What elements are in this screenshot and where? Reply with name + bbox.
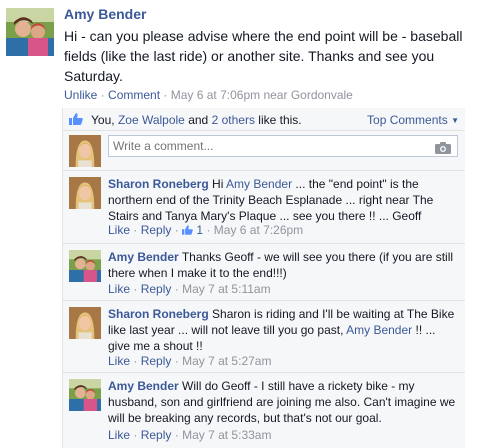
- comment-body: Sharon Roneberg Sharon is riding and I'l…: [108, 306, 460, 354]
- comment-like-link[interactable]: Like: [108, 428, 130, 442]
- likes-and: and: [188, 113, 209, 127]
- comment-reply-link[interactable]: Reply: [141, 223, 172, 237]
- comment-timestamp[interactable]: May 7 at 5:33am: [182, 428, 271, 442]
- post-author-avatar[interactable]: [6, 8, 54, 56]
- post-meta: Unlike · Comment · May 6 at 7:06pm near …: [64, 88, 353, 102]
- comment-like-link[interactable]: Like: [108, 223, 130, 237]
- comment-author-avatar[interactable]: [69, 177, 101, 209]
- comment-item: Amy Bender Thanks Geoff - we will see yo…: [63, 244, 465, 301]
- separator-dot: ·: [133, 282, 141, 296]
- post-text: Hi - can you please advise where the end…: [64, 28, 463, 84]
- comment-author[interactable]: Sharon Roneberg: [108, 307, 209, 321]
- like-thumb-icon: [182, 223, 196, 237]
- comment-item: Sharon Roneberg Sharon is riding and I'l…: [63, 301, 465, 373]
- comment-body: Amy Bender Thanks Geoff - we will see yo…: [108, 249, 460, 281]
- comment-item: Amy Bender Will do Geoff - I still have …: [63, 373, 465, 447]
- separator-dot: ·: [100, 88, 109, 102]
- post-timestamp[interactable]: May 6 at 7:06pm near Gordonvale: [171, 88, 353, 102]
- post-author-name[interactable]: Amy Bender: [64, 6, 146, 22]
- top-comments-dropdown[interactable]: Top Comments ▼: [367, 113, 459, 127]
- chevron-down-icon: ▼: [451, 116, 459, 125]
- comment-timestamp[interactable]: May 6 at 7:26pm: [214, 223, 303, 237]
- comment-reply-link[interactable]: Reply: [141, 282, 172, 296]
- comment-body: Amy Bender Will do Geoff - I still have …: [108, 378, 460, 426]
- likes-text: You, Zoe Walpole and 2 others like this.: [91, 113, 302, 127]
- likes-summary: You, Zoe Walpole and 2 others like this.…: [63, 108, 465, 131]
- likes-person-link[interactable]: Zoe Walpole: [118, 113, 185, 127]
- comment-author-avatar[interactable]: [69, 307, 101, 339]
- separator-dot: ·: [174, 282, 183, 296]
- comment-body: Sharon Roneberg Hi Amy Bender ... the "e…: [108, 176, 460, 224]
- comment-author[interactable]: Sharon Roneberg: [108, 177, 209, 191]
- comment-like-link[interactable]: Like: [108, 354, 130, 368]
- separator-dot: ·: [206, 223, 214, 237]
- comment-timestamp[interactable]: May 7 at 5:27am: [182, 354, 271, 368]
- comment-author-avatar[interactable]: [69, 250, 101, 282]
- camera-icon[interactable]: [435, 141, 451, 154]
- comment-link[interactable]: Comment: [108, 88, 160, 102]
- comment-like-count[interactable]: 1: [182, 223, 206, 237]
- feedback-panel: You, Zoe Walpole and 2 others like this.…: [62, 108, 465, 448]
- post: Amy Bender Hi - can you please advise wh…: [0, 0, 492, 108]
- separator-dot: ·: [133, 428, 141, 442]
- comment-author-avatar[interactable]: [69, 379, 101, 411]
- comment-author[interactable]: Amy Bender: [108, 250, 179, 264]
- like-thumb-icon: [69, 113, 83, 125]
- comment-timestamp[interactable]: May 7 at 5:11am: [182, 282, 271, 296]
- comment-meta: Like · Reply · May 7 at 5:33am: [108, 428, 271, 442]
- comment-composer: [63, 130, 465, 171]
- separator-dot: ·: [133, 223, 141, 237]
- comment-reply-link[interactable]: Reply: [141, 428, 172, 442]
- like-count-value: 1: [196, 223, 204, 237]
- comment-meta: Like · Reply · 1 · May 6 at 7:26pm: [108, 223, 303, 237]
- separator-dot: ·: [133, 354, 141, 368]
- top-comments-label: Top Comments: [367, 113, 448, 127]
- separator-dot: ·: [163, 88, 171, 102]
- comment-meta: Like · Reply · May 7 at 5:27am: [108, 354, 271, 368]
- likes-you: You,: [91, 113, 115, 127]
- composer-avatar: [69, 135, 101, 167]
- comment-meta: Like · Reply · May 7 at 5:11am: [108, 282, 271, 296]
- comment-mention[interactable]: Amy Bender: [226, 177, 292, 191]
- comment-reply-link[interactable]: Reply: [141, 354, 172, 368]
- separator-dot: ·: [174, 354, 183, 368]
- comment-like-link[interactable]: Like: [108, 282, 130, 296]
- comment-author[interactable]: Amy Bender: [108, 379, 179, 393]
- unlike-link[interactable]: Unlike: [64, 88, 97, 102]
- likes-suffix: like this.: [258, 113, 302, 127]
- separator-dot: ·: [174, 428, 183, 442]
- comment-input[interactable]: [108, 135, 458, 157]
- likes-others-link[interactable]: 2 others: [212, 113, 255, 127]
- separator-dot: ·: [174, 223, 183, 237]
- comment-text: Hi: [212, 177, 224, 191]
- comment-item: Sharon Roneberg Hi Amy Bender ... the "e…: [63, 171, 465, 244]
- comment-mention[interactable]: Amy Bender: [346, 323, 412, 337]
